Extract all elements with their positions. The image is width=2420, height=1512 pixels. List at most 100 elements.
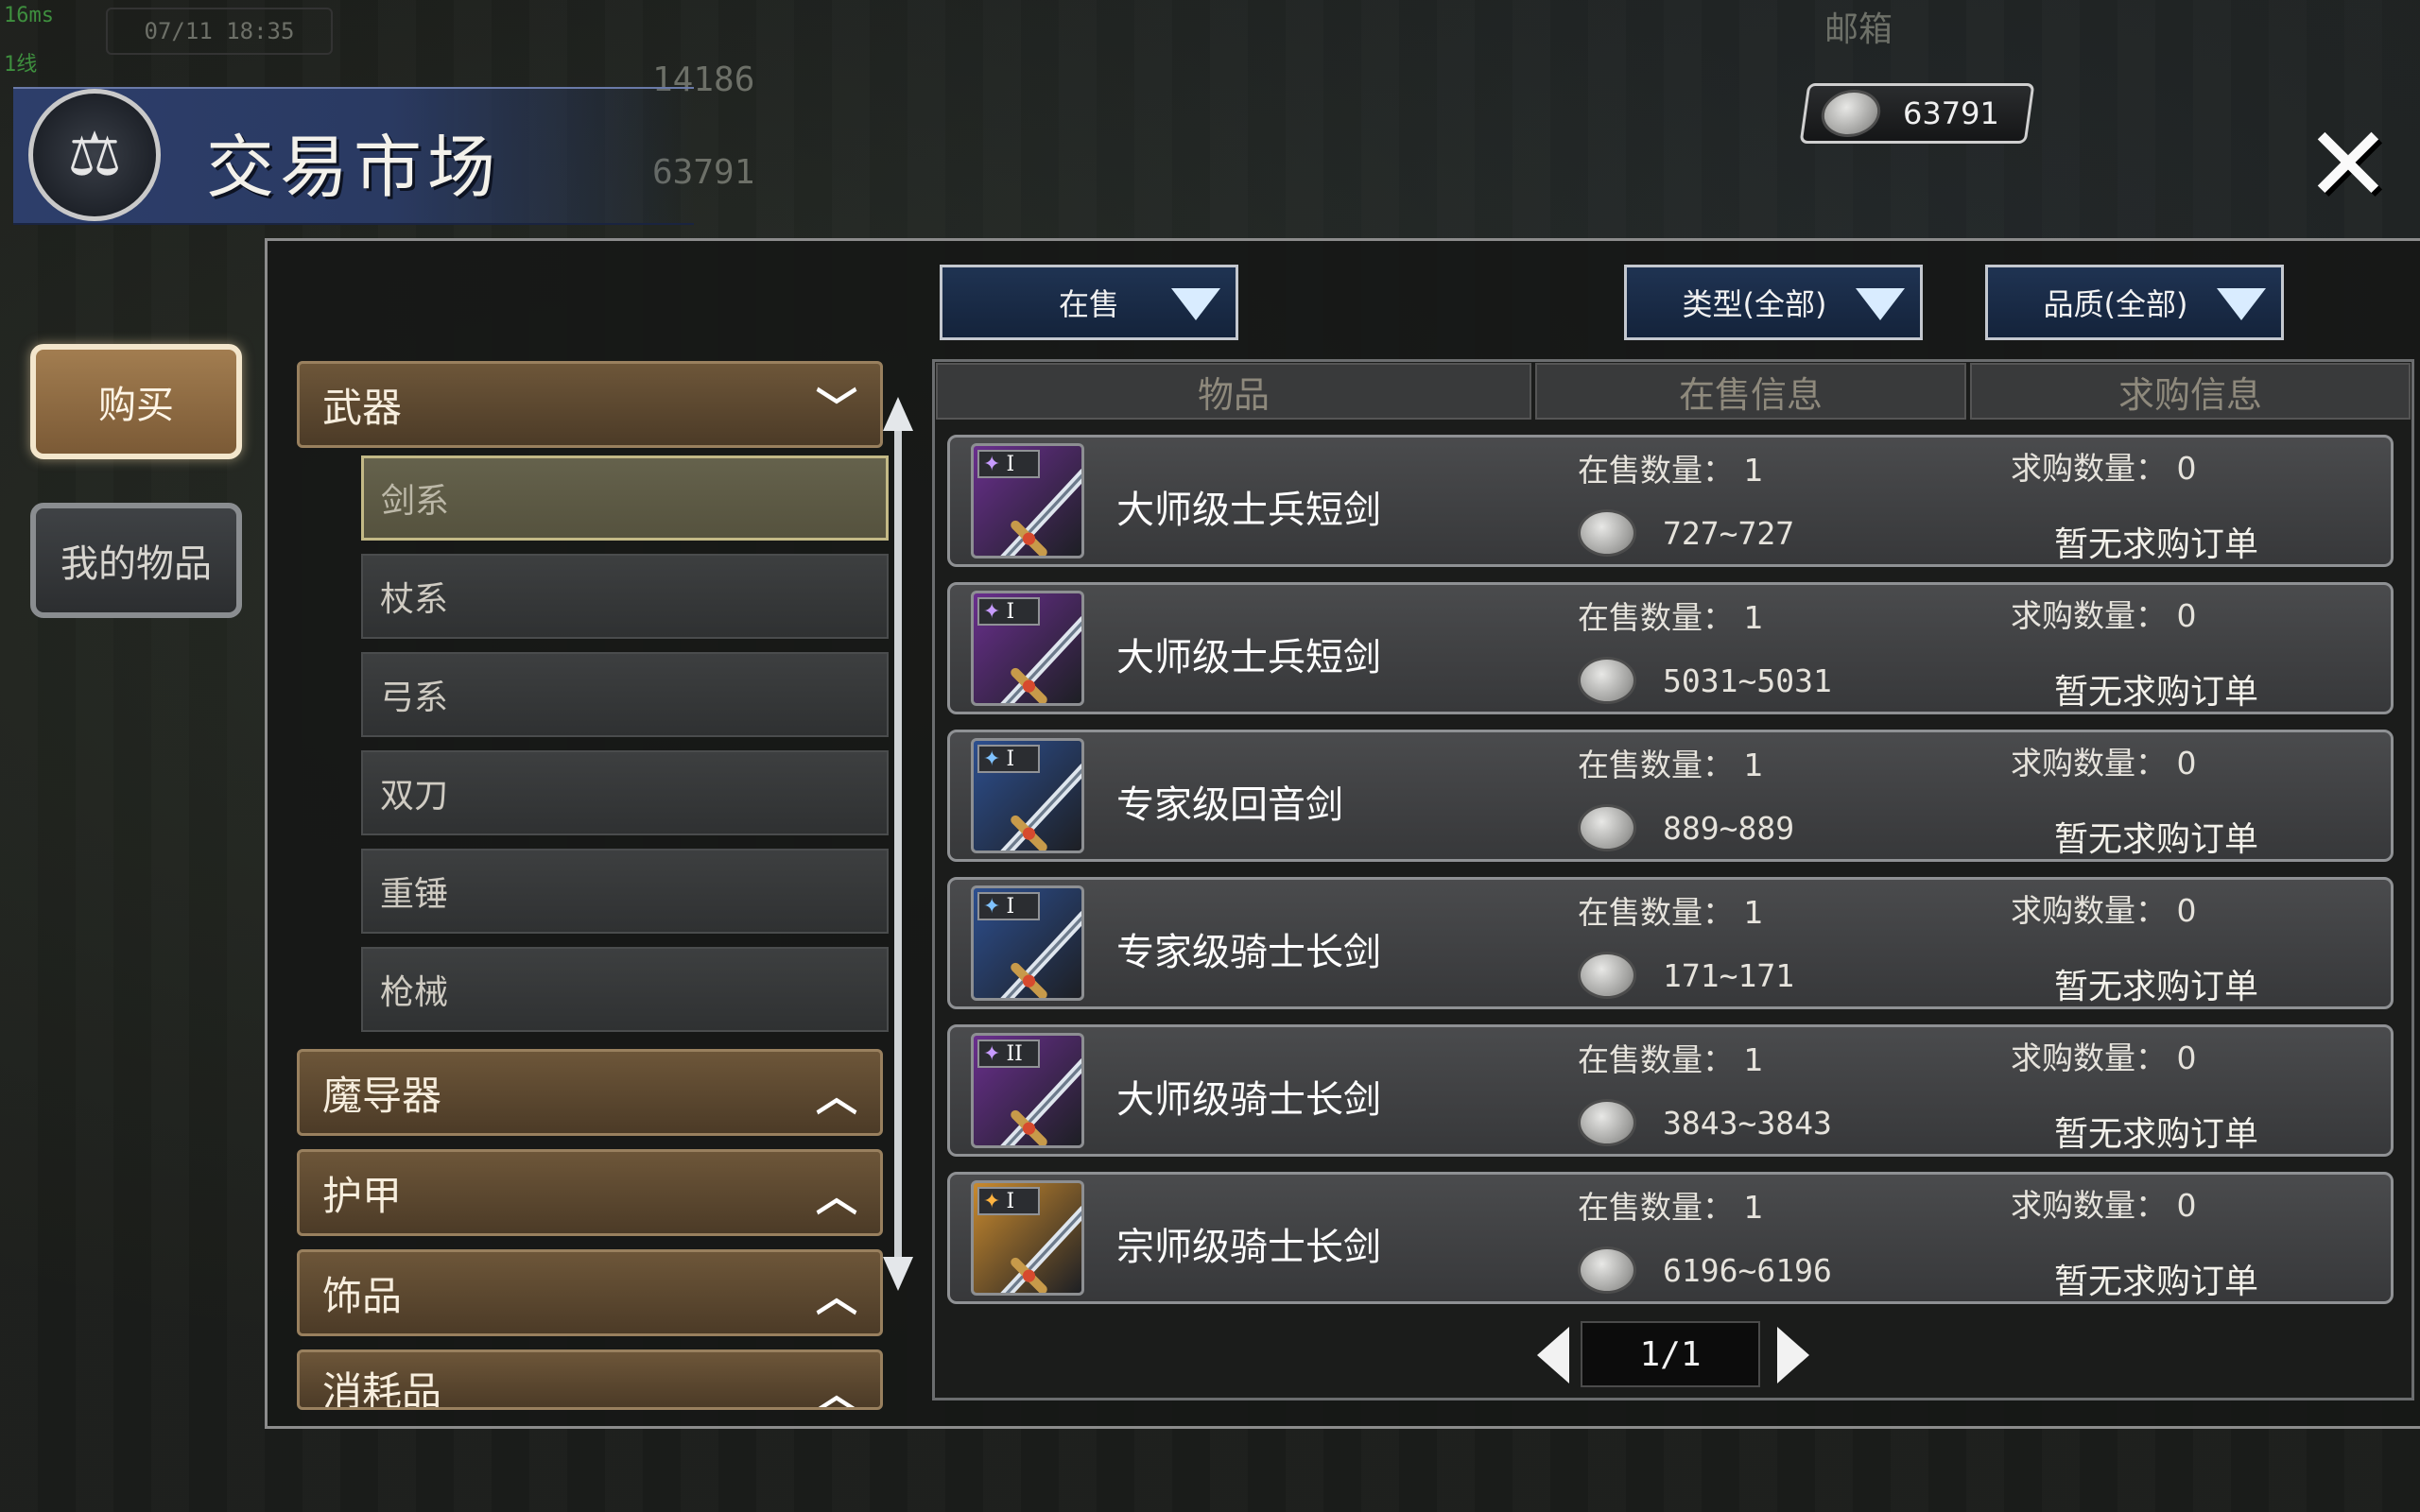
sale-quantity: 在售数量： 1: [1578, 747, 1764, 783]
sword-item-icon: ✦ II: [971, 1033, 1084, 1148]
coin-icon: [1578, 657, 1636, 704]
sale-quantity: 在售数量： 1: [1578, 1189, 1764, 1226]
sword-icon: [1000, 616, 1081, 703]
category-label: 武器: [322, 384, 403, 431]
weapon-subcategory-item[interactable]: 枪械: [361, 947, 889, 1032]
category-magic-devices[interactable]: 魔导器 ︿: [297, 1049, 883, 1136]
coin-icon: [1578, 509, 1636, 557]
tier-badge: ✦ I: [977, 597, 1040, 626]
tier-badge: ✦ I: [977, 892, 1040, 920]
price-range: 727~727: [1663, 515, 1795, 552]
price-range: 889~889: [1663, 810, 1795, 847]
category-label: 护甲: [322, 1172, 403, 1219]
next-page-arrow-icon[interactable]: [1777, 1327, 1809, 1383]
buy-quantity: 求购数量： 0: [2011, 450, 2197, 487]
sword-item-icon: ✦ I: [971, 591, 1084, 706]
datetime-readout: 07/11 18:35: [106, 8, 333, 55]
buy-order-status: 暂无求购订单: [2054, 1115, 2259, 1154]
chevron-down-icon: [1171, 288, 1220, 320]
quality-filter-label: 品质(全部): [2043, 286, 2188, 322]
buy-order-status: 暂无求购订单: [2054, 525, 2259, 564]
category-weapons[interactable]: 武器 ﹀: [297, 361, 883, 448]
tier-label: I: [1006, 747, 1015, 771]
coin-icon: [1578, 1246, 1636, 1294]
category-label: 魔导器: [322, 1072, 442, 1119]
tier-label: I: [1006, 599, 1015, 624]
buy-order-status: 暂无求购订单: [2054, 820, 2259, 859]
coin-icon: [1578, 804, 1636, 851]
item-name: 专家级回音剑: [1116, 783, 1343, 827]
category-consumables[interactable]: 消耗品 ︿: [297, 1349, 883, 1410]
sword-item-icon: ✦ I: [971, 885, 1084, 1001]
sword-item-icon: ✦ I: [971, 443, 1084, 558]
item-name: 大师级士兵短剑: [1116, 636, 1381, 679]
weapon-subcategory-item[interactable]: 剑系: [361, 455, 889, 541]
price-range: 171~171: [1663, 957, 1795, 994]
sale-quantity: 在售数量： 1: [1578, 894, 1764, 931]
coin-icon: [1578, 1099, 1636, 1146]
buy-quantity: 求购数量： 0: [2011, 892, 2197, 929]
category-label: 消耗品: [322, 1368, 442, 1410]
sale-quantity: 在售数量： 1: [1578, 599, 1764, 636]
tab-buy[interactable]: 购买: [30, 344, 242, 459]
listing-row[interactable]: ✦ I 宗师级骑士长剑 在售数量： 1 6196~6196 求购数量： 0 暂无…: [947, 1172, 2394, 1304]
sword-icon: [1000, 1058, 1081, 1145]
chevron-down-icon: [1856, 288, 1905, 320]
column-header-item: 物品: [936, 363, 1531, 420]
item-name: 大师级骑士长剑: [1116, 1078, 1381, 1122]
status-filter-dropdown[interactable]: 在售: [940, 265, 1238, 340]
sale-quantity: 在售数量： 1: [1578, 1041, 1764, 1078]
tier-label: II: [1006, 1041, 1023, 1066]
sword-item-icon: ✦ I: [971, 738, 1084, 853]
buy-quantity: 求购数量： 0: [2011, 597, 2197, 634]
listing-row[interactable]: ✦ I 大师级士兵短剑 在售数量： 1 5031~5031 求购数量： 0 暂无…: [947, 582, 2394, 714]
tier-badge: ✦ I: [977, 1187, 1040, 1215]
sword-icon: [1000, 1206, 1081, 1293]
scales-emblem-icon: ⚖: [28, 89, 161, 221]
type-filter-dropdown[interactable]: 类型(全部): [1624, 265, 1923, 340]
star-icon: ✦: [983, 1189, 1001, 1213]
type-filter-label: 类型(全部): [1682, 286, 1827, 322]
category-scrollbar[interactable]: [894, 406, 902, 1263]
weapon-subcategory-item[interactable]: 双刀: [361, 750, 889, 835]
prev-page-arrow-icon[interactable]: [1537, 1327, 1569, 1383]
star-icon: ✦: [983, 1041, 1001, 1066]
chevron-up-icon: ︿: [816, 1173, 857, 1221]
category-armor[interactable]: 护甲 ︿: [297, 1149, 883, 1236]
chevron-down-icon: ﹀: [816, 385, 857, 433]
mailbox-label: 邮箱: [1824, 10, 1893, 49]
tier-label: I: [1006, 1189, 1015, 1213]
tier-label: I: [1006, 452, 1015, 476]
chevron-down-icon: [2217, 288, 2266, 320]
scroll-up-arrow-icon[interactable]: [883, 397, 913, 431]
weapon-subcategory-item[interactable]: 杖系: [361, 554, 889, 639]
status-filter-label: 在售: [1058, 286, 1119, 322]
star-icon: ✦: [983, 452, 1001, 476]
chevron-up-icon: ︿: [816, 1273, 857, 1321]
scroll-down-arrow-icon[interactable]: [883, 1257, 913, 1291]
column-header-buy-info: 求购信息: [1970, 363, 2411, 420]
category-accessories[interactable]: 饰品 ︿: [297, 1249, 883, 1336]
item-name: 专家级骑士长剑: [1116, 931, 1381, 974]
sword-icon: [1000, 764, 1081, 850]
weapon-subcategory-item[interactable]: 弓系: [361, 652, 889, 737]
listing-row[interactable]: ✦ I 专家级回音剑 在售数量： 1 889~889 求购数量： 0 暂无求购订…: [947, 730, 2394, 862]
tab-my-items[interactable]: 我的物品: [30, 503, 242, 618]
quality-filter-dropdown[interactable]: 品质(全部): [1985, 265, 2284, 340]
price-range: 3843~3843: [1663, 1105, 1832, 1142]
item-name: 大师级士兵短剑: [1116, 489, 1381, 532]
star-icon: ✦: [983, 599, 1001, 624]
close-button[interactable]: ✕: [2303, 112, 2394, 216]
listing-row[interactable]: ✦ I 大师级士兵短剑 在售数量： 1 727~727 求购数量： 0 暂无求购…: [947, 435, 2394, 567]
listing-row[interactable]: ✦ II 大师级骑士长剑 在售数量： 1 3843~3843 求购数量： 0 暂…: [947, 1024, 2394, 1157]
page-title: 交易市场: [206, 128, 502, 207]
item-name: 宗师级骑士长剑: [1116, 1226, 1381, 1269]
star-icon: ✦: [983, 894, 1001, 919]
page-indicator: 1/1: [1581, 1321, 1760, 1387]
chevron-up-icon: ︿: [816, 1073, 857, 1121]
chevron-up-icon: ︿: [816, 1370, 857, 1410]
buy-order-status: 暂无求购订单: [2054, 1263, 2259, 1301]
price-range: 6196~6196: [1663, 1252, 1832, 1289]
weapon-subcategory-item[interactable]: 重锤: [361, 849, 889, 934]
listing-row[interactable]: ✦ I 专家级骑士长剑 在售数量： 1 171~171 求购数量： 0 暂无求购…: [947, 877, 2394, 1009]
